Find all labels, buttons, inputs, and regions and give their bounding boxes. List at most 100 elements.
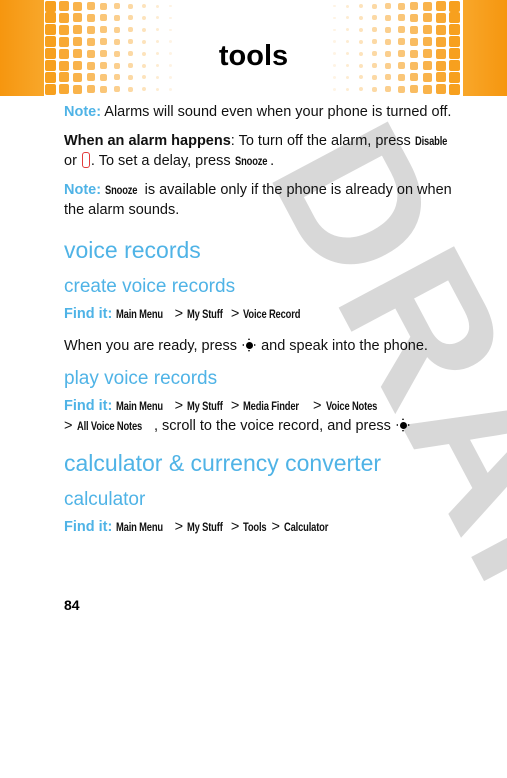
header-dot <box>333 16 336 20</box>
page-header: tools <box>0 0 507 96</box>
header-dot <box>45 12 57 24</box>
header-dot <box>397 14 405 22</box>
header-dot <box>397 73 405 81</box>
find-it-calculator: Find it: Main Menu > My Stuff > Tools > … <box>64 519 329 535</box>
header-dot <box>346 28 350 32</box>
header-dot <box>372 3 378 9</box>
alarm-happens-paragraph: When an alarm happens: To turn off the a… <box>64 133 448 169</box>
key-snooze: Snooze <box>234 154 268 168</box>
menu-path-item: Main Menu <box>116 307 164 321</box>
menu-path-item: My Stuff <box>187 307 223 321</box>
header-dot <box>114 26 121 33</box>
menu-path-item: Tools <box>243 520 267 534</box>
header-dot <box>410 2 419 10</box>
end-key-icon <box>81 152 90 168</box>
header-dot <box>45 71 57 83</box>
header-dot <box>359 4 364 8</box>
header-dot <box>141 4 146 8</box>
menu-path-item: Main Menu <box>116 399 164 413</box>
header-dot <box>72 25 82 35</box>
header-dot <box>86 2 95 10</box>
menu-path-item: Calculator <box>284 520 329 534</box>
heading-play-voice-records: play voice records <box>64 368 218 389</box>
heading-create-voice-records: create voice records <box>64 276 236 297</box>
nav-key-icon <box>395 418 411 432</box>
key-disable: Disable <box>414 134 448 148</box>
header-dot <box>72 13 82 23</box>
header-dot <box>100 26 108 34</box>
menu-path-item: Media Finder <box>243 399 300 413</box>
header-dot <box>333 4 336 8</box>
header-dot <box>141 75 146 80</box>
header-dot <box>127 74 133 80</box>
header-dot <box>423 1 433 11</box>
header-dot <box>423 25 433 35</box>
nav-key-icon <box>241 338 257 352</box>
chapter-title: tools <box>218 40 289 72</box>
header-dot <box>397 85 405 93</box>
header-dot <box>100 85 108 93</box>
header-dot <box>372 74 378 80</box>
note-label: Note: <box>64 104 102 120</box>
header-dot <box>127 86 133 92</box>
header-dot <box>384 3 391 9</box>
header-dot <box>155 87 159 91</box>
header-dot <box>114 14 121 21</box>
header-dot <box>384 26 391 33</box>
header-dot <box>45 0 57 12</box>
header-dot <box>346 75 350 79</box>
header-dot <box>169 4 172 8</box>
header-dot <box>114 86 121 93</box>
header-dot <box>169 88 172 91</box>
header-dot <box>333 88 336 91</box>
header-dot <box>436 84 447 95</box>
heading-calculator-currency: calculator & currency converter <box>64 450 382 476</box>
header-dot <box>346 4 350 8</box>
menu-path-item: My Stuff <box>187 520 223 534</box>
header-dot <box>169 76 172 79</box>
header-dot <box>127 27 133 33</box>
header-dot <box>155 16 159 20</box>
header-dot <box>72 72 82 82</box>
header-dot <box>333 28 336 32</box>
header-dot <box>141 87 146 92</box>
header-dot <box>333 76 336 79</box>
header-dot <box>359 87 364 92</box>
menu-path-item: All Voice Notes <box>76 419 142 433</box>
header-dot <box>155 28 159 32</box>
key-snooze: Snooze <box>105 183 138 197</box>
header-dot <box>127 15 133 21</box>
header-dot <box>372 27 378 33</box>
header-dot <box>45 83 57 95</box>
header-dot <box>448 24 460 36</box>
header-dot <box>397 2 405 10</box>
header-dot <box>410 25 419 34</box>
header-dot <box>86 13 95 22</box>
header-dot <box>372 15 378 21</box>
header-dot <box>359 75 364 80</box>
heading-voice-records: voice records <box>64 237 201 263</box>
header-dot <box>436 12 447 23</box>
note-alarms: Note: Alarms will sound even when your p… <box>64 104 452 120</box>
header-dot <box>127 3 133 9</box>
header-dot <box>58 84 69 95</box>
header-dot <box>448 0 460 12</box>
menu-path-item: Main Menu <box>116 520 164 534</box>
header-dot <box>346 16 350 20</box>
header-dot <box>384 74 391 81</box>
header-dot <box>384 14 391 21</box>
menu-path-item: My Stuff <box>187 399 223 413</box>
header-dot <box>141 27 146 32</box>
header-dot <box>436 72 447 83</box>
header-dot <box>86 85 95 94</box>
header-dot <box>141 15 146 20</box>
heading-calculator: calculator <box>64 489 146 510</box>
header-dot <box>58 12 69 23</box>
find-it-play: Find it: Main Menu > My Stuff > Media Fi… <box>64 396 459 436</box>
alarm-happens-lead: When an alarm happens <box>64 133 231 149</box>
header-dot <box>114 3 121 9</box>
header-dot <box>86 25 95 34</box>
header-dot <box>155 75 159 79</box>
note-snooze: Note: Snooze is available only if the ph… <box>64 182 452 218</box>
header-dot <box>436 24 447 35</box>
